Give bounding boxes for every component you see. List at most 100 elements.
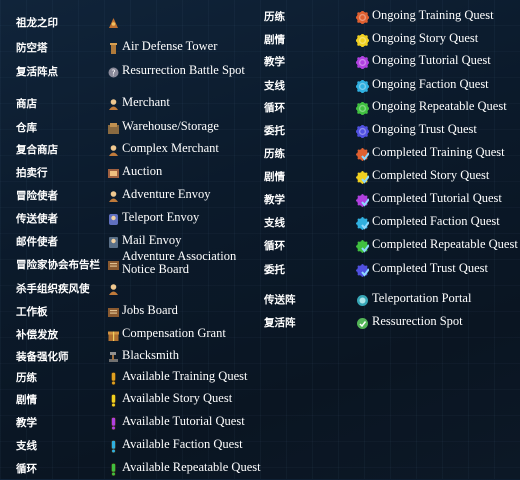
legend-label-cn: 循环: [264, 102, 285, 114]
legend-label-cn: 教学: [264, 194, 285, 206]
legend-label-en: Ongoing Story Quest: [372, 31, 479, 45]
legend-label-en: Available Training Quest: [122, 369, 248, 383]
legend-label-cn: 复活阵: [264, 317, 296, 329]
check-gear-icon: [356, 169, 370, 184]
legend-label-cn: 防空塔: [16, 42, 48, 54]
legend-label-en: Warehouse/Storage: [122, 119, 219, 133]
legend-label-cn: 教学: [264, 56, 285, 68]
legend-label-cn: 冒险使者: [16, 190, 58, 202]
legend-label-cn: 复活阵点: [16, 66, 58, 78]
legend-label-en: Available Tutorial Quest: [122, 414, 245, 428]
legend-label-cn: 支线: [264, 80, 285, 92]
legend-label-en: Merchant: [122, 95, 170, 109]
teleport-envoy-icon: [107, 211, 120, 225]
revive-icon: [356, 315, 369, 329]
resurrection-spot-icon: ?: [107, 64, 120, 78]
legend-label-cn: 循环: [16, 463, 37, 475]
legend-label-en: Air Defense Tower: [122, 39, 218, 53]
legend-label-en: Ongoing Faction Quest: [372, 77, 489, 91]
legend-label-en: Completed Training Quest: [372, 145, 505, 159]
legend-label-cn: 委托: [264, 264, 285, 276]
legend-label-en: Completed Trust Quest: [372, 261, 488, 275]
legend-label-en: Available Faction Quest: [122, 437, 243, 451]
check-gear-icon: [356, 262, 370, 277]
gear-icon: [355, 54, 370, 70]
legend-label-en: Available Repeatable Quest: [122, 460, 261, 474]
exclamation-icon: [107, 438, 120, 454]
legend-label-cn: 历练: [264, 11, 285, 23]
notice-board-icon: [107, 257, 120, 270]
check-gear-icon: [356, 146, 370, 161]
legend-label-cn: 复合商店: [16, 144, 58, 156]
legend-label-cn: 拍卖行: [16, 167, 48, 179]
legend-label-en: Teleport Envoy: [122, 210, 200, 224]
legend-label-en: Completed Tutorial Quest: [372, 191, 502, 205]
compensation-icon: [107, 327, 120, 341]
dragon-seal-icon: [107, 15, 120, 28]
legend-label-en: Jobs Board: [122, 303, 178, 317]
legend-label-en: Adventure Association Notice Board: [122, 249, 237, 276]
legend-label-en: Available Story Quest: [122, 391, 233, 405]
blacksmith-icon: [107, 349, 120, 362]
mail-envoy-icon: [107, 234, 120, 248]
legend-label-cn: 邮件使者: [16, 236, 58, 248]
legend-label-en: Blacksmith: [122, 348, 179, 362]
legend-label-cn: 传送使者: [16, 213, 58, 225]
jobs-board-icon: [107, 304, 120, 317]
auction-icon: [107, 165, 120, 178]
exclamation-icon: [107, 461, 120, 477]
legend-label-en: Completed Story Quest: [372, 168, 490, 182]
check-gear-icon: [356, 238, 370, 253]
warehouse-icon: [107, 120, 120, 134]
exclamation-icon: [107, 370, 120, 386]
exclamation-icon: [107, 392, 120, 408]
tower-icon: [107, 40, 120, 54]
legend-label-en: Ongoing Tutorial Quest: [372, 53, 491, 67]
legend-label-cn: 传送阵: [264, 294, 296, 306]
check-gear-icon: [356, 192, 370, 207]
legend-label-cn: 商店: [16, 98, 37, 110]
merchant-icon: [107, 96, 120, 110]
legend-label-en: Teleportation Portal: [372, 291, 472, 305]
exclamation-icon: [107, 415, 120, 431]
legend-label-en: Completed Repeatable Quest: [372, 237, 518, 251]
portal-icon: [356, 292, 369, 306]
legend-label-cn: 剧情: [264, 171, 285, 183]
legend-label-en: Ongoing Repeatable Quest: [372, 99, 507, 113]
gear-icon: [355, 123, 370, 139]
complex-merchant-icon: [107, 142, 120, 156]
legend-label-en: Auction: [122, 164, 163, 178]
gear-icon: [355, 100, 370, 116]
legend-label-cn: 教学: [16, 417, 37, 429]
legend-label-cn: 装备强化师: [16, 351, 69, 363]
legend-label-cn: 剧情: [264, 34, 285, 46]
legend-label-en: Adventure Envoy: [122, 187, 211, 201]
legend-label-cn: 冒险家协会布告栏: [16, 259, 100, 271]
assassin-envoy-icon: [107, 281, 120, 295]
legend-label-cn: 杀手组织疾风使: [16, 283, 90, 295]
legend-label-cn: 历练: [264, 148, 285, 160]
legend-label-cn: 祖龙之印: [16, 17, 58, 29]
adventure-envoy-icon: [107, 188, 120, 202]
legend-label-en: Completed Faction Quest: [372, 214, 500, 228]
legend-label-cn: 工作板: [16, 306, 48, 318]
legend-label-cn: 剧情: [16, 394, 37, 406]
legend-label-cn: 委托: [264, 125, 285, 137]
legend-label-en: Ongoing Training Quest: [372, 8, 494, 22]
legend-label-cn: 历练: [16, 372, 37, 384]
legend-label-cn: 支线: [16, 440, 37, 452]
legend-label-cn: 循环: [264, 240, 285, 252]
legend-label-cn: 仓库: [16, 122, 37, 134]
check-gear-icon: [356, 215, 370, 230]
legend-label-en: Resurrection Battle Spot: [122, 63, 245, 77]
svg-text:?: ?: [111, 69, 115, 78]
legend-label-en: Complex Merchant: [122, 141, 219, 155]
legend-label-en: Mail Envoy: [122, 233, 182, 247]
legend-label-en: Ongoing Trust Quest: [372, 122, 477, 136]
gear-icon: [355, 32, 370, 48]
gear-icon: [355, 78, 370, 94]
legend-label-en: Ressurection Spot: [372, 314, 463, 328]
legend-label-en: Compensation Grant: [122, 326, 226, 340]
legend-label-cn: 支线: [264, 217, 285, 229]
gear-icon: [355, 9, 370, 25]
